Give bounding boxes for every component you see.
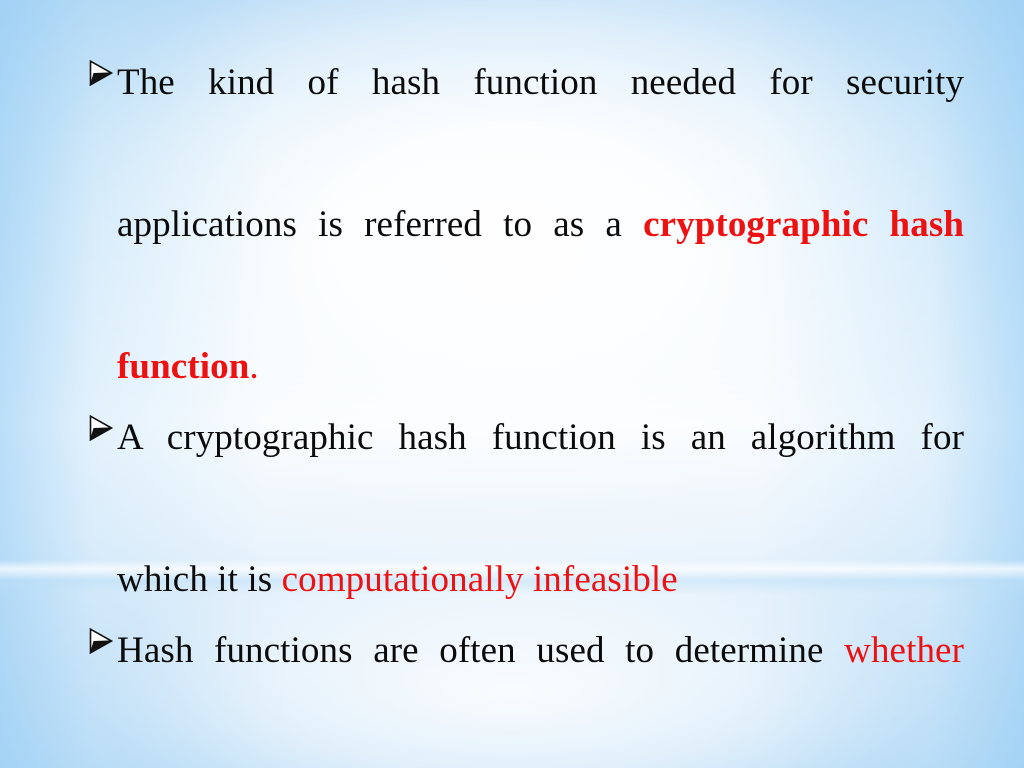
text-run: which it is xyxy=(117,559,282,600)
slide-canvas: The kind of hash function needed for sec… xyxy=(0,0,1024,768)
bullet-text-line: which it is computationally infeasible xyxy=(117,544,964,615)
bullet-text: The kind of hash function needed for sec… xyxy=(117,47,964,402)
highlight-text-run: computationally infeasible xyxy=(281,559,678,600)
bullet-item: Hash functions are often used to determi… xyxy=(88,615,964,768)
arrowhead-bullet-icon xyxy=(88,413,117,443)
bullet-item: The kind of hash function needed for sec… xyxy=(88,47,964,402)
bullet-text: Hash functions are often used to determi… xyxy=(117,615,964,768)
highlight-text-run: cryptographic hash xyxy=(643,204,964,245)
bullet-text-line: applications is referred to as a cryptog… xyxy=(117,204,964,316)
bullet-text-line: Hash functions are often used to determi… xyxy=(117,630,964,742)
highlight-text-run: . xyxy=(249,346,259,387)
bullet-text-line: function. xyxy=(117,331,964,402)
arrowhead-bullet-icon xyxy=(88,58,117,88)
bullet-text-line: The kind of hash function needed for sec… xyxy=(117,62,964,174)
bullet-text-line: A cryptographic hash function is an algo… xyxy=(117,417,964,529)
bullet-text-line: or not data has changed. xyxy=(117,757,964,768)
arrowhead-bullet-icon xyxy=(88,626,117,656)
text-run: A cryptographic hash function is an algo… xyxy=(117,417,964,458)
slide-body-text: The kind of hash function needed for sec… xyxy=(88,47,964,768)
text-run: applications is referred to as a xyxy=(117,204,644,245)
text-run: The kind of hash function needed for sec… xyxy=(117,62,964,103)
highlight-text-run: whether xyxy=(844,630,964,671)
highlight-text-run: function xyxy=(117,346,250,387)
text-run: Hash functions are often used to determi… xyxy=(117,630,845,671)
bullet-item: A cryptographic hash function is an algo… xyxy=(88,402,964,615)
bullet-text: A cryptographic hash function is an algo… xyxy=(117,402,964,615)
